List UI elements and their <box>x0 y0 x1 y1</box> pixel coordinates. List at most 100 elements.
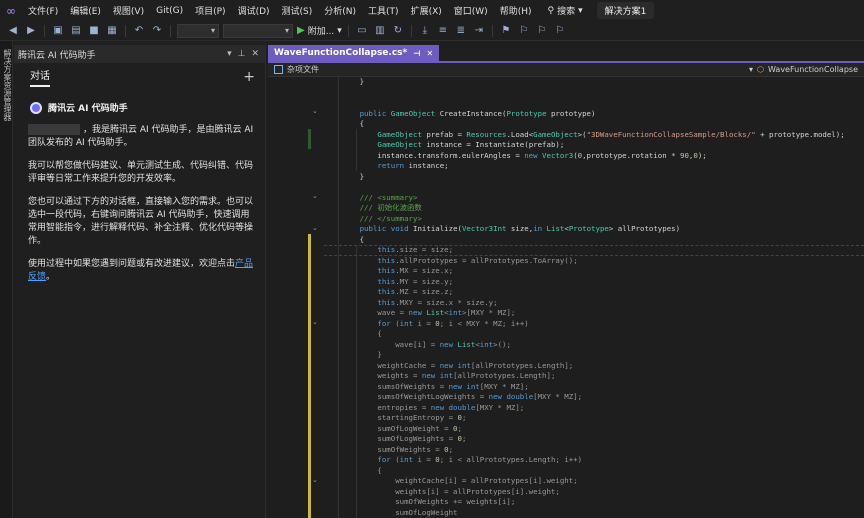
menu-window[interactable]: 窗口(W) <box>448 4 494 17</box>
code-line[interactable]: weights[i] = allPrototypes[i].weight; <box>324 487 864 498</box>
code-line[interactable]: sumOfWeights = 0; <box>324 445 864 456</box>
project-dropdown[interactable]: 杂项文件 <box>274 64 319 75</box>
code-line[interactable]: sumsOfWeightLogWeights = new double[MXY … <box>324 392 864 403</box>
save-icon[interactable]: ■ <box>87 24 101 38</box>
code-line[interactable]: wave = new List<int>[MXY * MZ]; <box>324 308 864 319</box>
browse-icon[interactable]: ▭ <box>355 24 369 38</box>
menu-file[interactable]: 文件(F) <box>22 4 64 17</box>
document-tab[interactable]: WaveFunctionCollapse.cs* ⊣ ✕ <box>268 45 440 61</box>
fold-toggle-icon[interactable]: ⌄ <box>312 192 318 200</box>
visual-studio-logo-icon[interactable]: ∞ <box>0 0 22 21</box>
indent-icon[interactable]: ⇥ <box>472 24 486 38</box>
tab-chat[interactable]: 对话 <box>30 67 50 87</box>
fold-toggle-icon[interactable]: ⌄ <box>312 476 318 484</box>
code-line[interactable]: startingEntropy = 0; <box>324 413 864 424</box>
code-line[interactable]: weights = new int[allPrototypes.Length]; <box>324 371 864 382</box>
forward-icon[interactable]: ▶ <box>24 24 38 38</box>
code-line[interactable]: sumOfLogWeight <box>324 508 864 518</box>
back-icon[interactable]: ◀ <box>6 24 20 38</box>
hot-reload-icon[interactable]: ↻ <box>391 24 405 38</box>
menu-edit[interactable]: 编辑(E) <box>64 4 107 17</box>
step-icon[interactable]: ⤓ <box>418 24 432 38</box>
file-icon <box>274 65 283 74</box>
code-line[interactable] <box>324 98 864 109</box>
comment-icon[interactable]: ≡ <box>436 24 450 38</box>
code-line[interactable]: this.size = size; <box>324 245 864 256</box>
menu-help[interactable]: 帮助(H) <box>494 4 538 17</box>
code-line[interactable]: /// </summary> <box>324 214 864 225</box>
code-line[interactable]: weightCache = new int[allPrototypes.Leng… <box>324 361 864 372</box>
undo-icon[interactable]: ↶ <box>132 24 146 38</box>
search-button[interactable]: ⚲ 搜索 ▾ <box>547 4 582 18</box>
uncomment-icon[interactable]: ≣ <box>454 24 468 38</box>
menu-extensions[interactable]: 扩展(X) <box>405 4 448 17</box>
save-all-icon[interactable]: ▦ <box>105 24 119 38</box>
code-line[interactable]: public void Initialize(Vector3Int size,i… <box>324 224 864 235</box>
layout-icon[interactable]: ▥ <box>373 24 387 38</box>
prev-bookmark-icon[interactable]: ⚐ <box>517 24 531 38</box>
open-folder-icon[interactable]: ▤ <box>69 24 83 38</box>
code-line[interactable]: } <box>324 77 864 88</box>
code-line[interactable]: weightCache[i] = allPrototypes[i].weight… <box>324 476 864 487</box>
code-line[interactable]: this.MX = size.x; <box>324 266 864 277</box>
type-dropdown[interactable]: ▾ ⬡ WaveFunctionCollapse <box>749 65 858 74</box>
code-line[interactable]: public GameObject CreateInstance(Prototy… <box>324 109 864 120</box>
code-line[interactable]: instance.transform.eulerAngles = new Vec… <box>324 151 864 162</box>
code-line[interactable] <box>324 182 864 193</box>
code-line[interactable]: sumOfLogWeight = 0; <box>324 424 864 435</box>
code-line[interactable]: sumOfLogWeights = 0; <box>324 434 864 445</box>
code-line[interactable]: return instance; <box>324 161 864 172</box>
code-line[interactable]: { <box>324 329 864 340</box>
fold-toggle-icon[interactable]: ⌄ <box>312 224 318 232</box>
menu-test[interactable]: 测试(S) <box>276 4 319 17</box>
menu-analyze[interactable]: 分析(N) <box>318 4 362 17</box>
close-icon[interactable]: ✕ <box>251 49 259 59</box>
clear-bookmarks-icon[interactable]: ⚐ <box>553 24 567 38</box>
toolbar-divider <box>170 24 171 37</box>
configuration-dropdown[interactable]: ▾ <box>177 23 219 38</box>
menu-project[interactable]: 项目(P) <box>189 4 231 17</box>
code-line[interactable]: { <box>324 466 864 477</box>
toolbar: ◀ ▶ ▣ ▤ ■ ▦ ↶ ↷ ▾ ▾ ▶ 附加... ▾ ▭ ▥ ↻ ⤓ ≡ … <box>0 21 864 41</box>
code-line[interactable]: for (int i = 0; i < allPrototypes.Length… <box>324 455 864 466</box>
code-line[interactable]: /// 初始化波函数 <box>324 203 864 214</box>
code-line[interactable]: GameObject prefab = Resources.Load<GameO… <box>324 130 864 141</box>
code-line[interactable]: entropies = new double[MXY * MZ]; <box>324 403 864 414</box>
next-bookmark-icon[interactable]: ⚐ <box>535 24 549 38</box>
solution-explorer-tab[interactable]: 解决方案资源管理器 <box>2 49 13 121</box>
solution-name[interactable]: 解决方案1 <box>596 2 655 19</box>
code-line[interactable]: sumOfWeights += weights[i]; <box>324 497 864 508</box>
pin-icon[interactable]: ⊥ <box>238 49 246 59</box>
new-chat-button[interactable]: + <box>243 69 255 85</box>
code-line[interactable]: /// <summary> <box>324 193 864 204</box>
code-line[interactable]: { <box>324 235 864 246</box>
menu-git[interactable]: Git(G) <box>150 6 189 16</box>
code-line[interactable]: } <box>324 172 864 183</box>
menu-view[interactable]: 视图(V) <box>107 4 150 17</box>
code-line[interactable]: GameObject instance = Instantiate(prefab… <box>324 140 864 151</box>
redo-icon[interactable]: ↷ <box>150 24 164 38</box>
code-line[interactable]: this.MZ = size.z; <box>324 287 864 298</box>
fold-toggle-icon[interactable]: ⌄ <box>312 318 318 326</box>
code-area[interactable]: ⌄ ⌄ ⌄ ⌄ ⌄ } public GameObject CreateInst… <box>268 77 864 518</box>
menu-debug[interactable]: 调试(D) <box>232 4 276 17</box>
attach-button[interactable]: ▶ 附加... ▾ <box>297 24 342 37</box>
code-line[interactable]: sumsOfWeights = new int[MXY * MZ]; <box>324 382 864 393</box>
bookmark-icon[interactable]: ⚑ <box>499 24 513 38</box>
menu-tools[interactable]: 工具(T) <box>362 4 405 17</box>
code-line[interactable]: wave[i] = new List<int>(); <box>324 340 864 351</box>
pin-icon[interactable]: ⊣ <box>413 49 420 58</box>
fold-toggle-icon[interactable]: ⌄ <box>312 107 318 115</box>
code-line[interactable]: this.MY = size.y; <box>324 277 864 288</box>
code-lines[interactable]: } public GameObject CreateInstance(Proto… <box>324 77 864 518</box>
code-line[interactable]: } <box>324 350 864 361</box>
close-tab-icon[interactable]: ✕ <box>427 49 434 58</box>
code-line[interactable]: for (int i = 0; i < MXY * MZ; i++) <box>324 319 864 330</box>
code-line[interactable]: this.allPrototypes = allPrototypes.ToArr… <box>324 256 864 267</box>
code-line[interactable]: this.MXY = size.x * size.y; <box>324 298 864 309</box>
code-line[interactable]: { <box>324 119 864 130</box>
code-line[interactable] <box>324 88 864 99</box>
new-project-icon[interactable]: ▣ <box>51 24 65 38</box>
panel-menu-icon[interactable]: ▾ <box>227 49 232 59</box>
platform-dropdown[interactable]: ▾ <box>223 23 293 38</box>
